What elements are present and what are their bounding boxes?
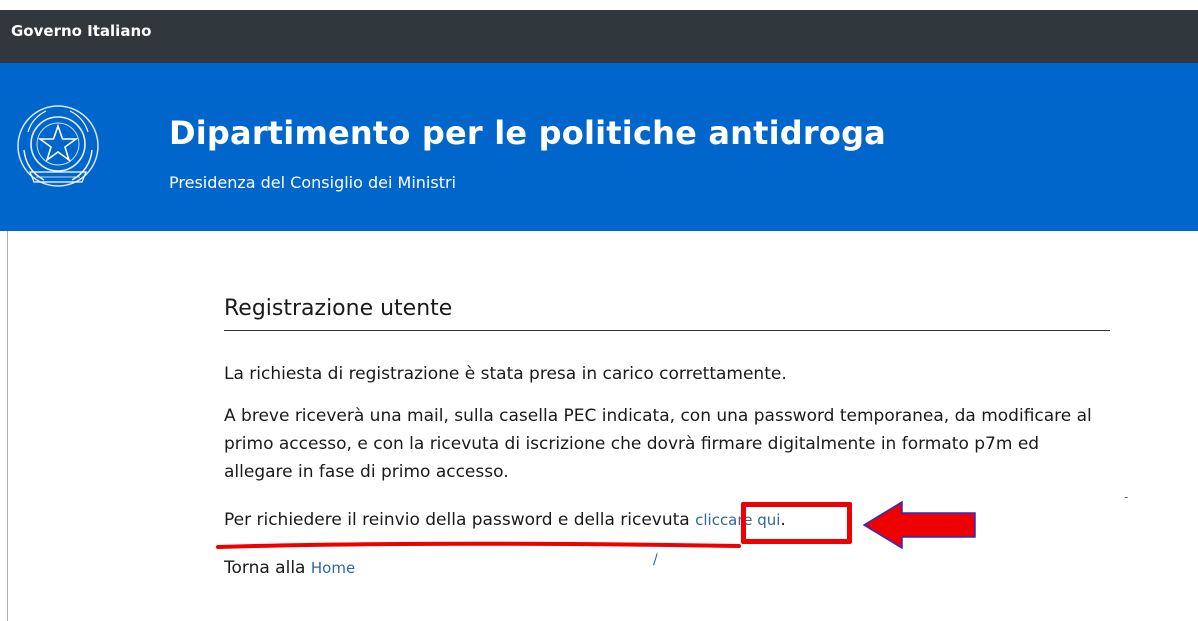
site-header: Dipartimento per le politiche antidroga … <box>0 63 1198 231</box>
page-title: Registrazione utente <box>224 296 1110 331</box>
page-left-border <box>7 231 8 621</box>
main-content: Registrazione utente La richiesta di reg… <box>224 296 1110 578</box>
governo-italiano-link[interactable]: Governo Italiano <box>11 22 151 40</box>
confirmation-message: La richiesta di registrazione è stata pr… <box>224 364 787 384</box>
stray-mark: / <box>653 552 658 568</box>
highlight-box <box>741 502 852 544</box>
back-text: Torna alla <box>224 558 311 578</box>
repubblica-italiana-emblem-icon[interactable] <box>14 102 102 190</box>
instructions-message: A breve riceverà una mail, sulla casella… <box>224 406 1092 482</box>
red-underline-annotation <box>216 541 741 549</box>
back-paragraph: Torna alla Home <box>224 554 355 582</box>
resend-text: Per richiedere il reinvio della password… <box>224 510 696 530</box>
home-link[interactable]: Home <box>311 559 355 577</box>
stray-mark: - <box>1124 490 1129 504</box>
site-subtitle: Presidenza del Consiglio dei Ministri <box>169 173 456 192</box>
resend-paragraph: Per richiedere il reinvio della password… <box>224 506 786 534</box>
site-title[interactable]: Dipartimento per le politiche antidroga <box>169 114 886 152</box>
left-arrow-icon <box>862 500 976 550</box>
top-bar: Governo Italiano <box>0 10 1198 63</box>
